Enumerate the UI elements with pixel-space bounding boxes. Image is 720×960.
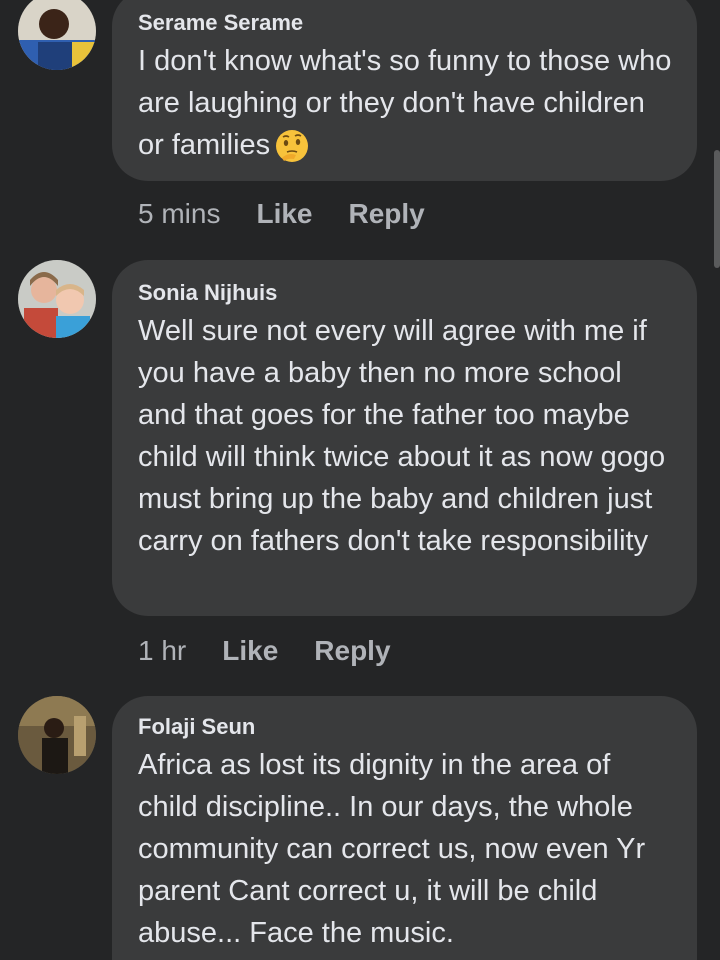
comment-bubble: Sonia Nijhuis Well sure not every will a… xyxy=(112,260,697,616)
like-button[interactable]: Like xyxy=(222,635,278,667)
comment-actions: 5 mins Like Reply xyxy=(138,198,461,230)
scrollbar[interactable] xyxy=(714,150,720,268)
reply-button[interactable]: Reply xyxy=(314,635,390,667)
thinking-face-emoji-icon xyxy=(276,130,309,163)
comment-author[interactable]: Sonia Nijhuis xyxy=(138,280,677,306)
comment-author[interactable]: Folaji Seun xyxy=(138,714,677,740)
comment-actions: 1 hr Like Reply xyxy=(138,635,427,667)
comment-timestamp: 1 hr xyxy=(138,635,187,666)
comment-text: I don't know what's so funny to those wh… xyxy=(138,40,677,166)
comment-text: Well sure not every will agree with me i… xyxy=(138,315,666,557)
avatar[interactable] xyxy=(18,0,96,70)
avatar[interactable] xyxy=(18,260,96,338)
comment-bubble: Serame Serame I don't know what's so fun… xyxy=(112,0,697,181)
avatar[interactable] xyxy=(18,696,96,774)
reply-button[interactable]: Reply xyxy=(349,198,425,230)
avatar-photo-icon xyxy=(18,0,96,70)
comments-feed: Serame Serame I don't know what's so fun… xyxy=(0,0,720,960)
comment-bubble: Folaji Seun Africa as lost its dignity i… xyxy=(112,696,697,960)
like-button[interactable]: Like xyxy=(256,198,312,230)
comment-timestamp: 5 mins xyxy=(138,198,221,229)
comment-author[interactable]: Serame Serame xyxy=(138,10,677,36)
avatar-photo-icon xyxy=(18,260,96,338)
comment-text: Africa as lost its dignity in the area o… xyxy=(138,749,646,949)
avatar-photo-icon xyxy=(18,696,96,774)
